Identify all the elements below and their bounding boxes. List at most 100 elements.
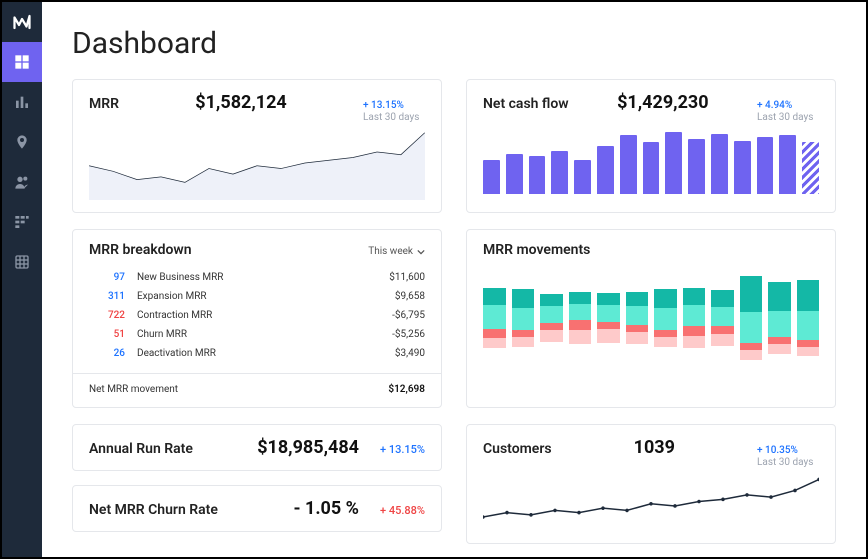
- ncf-bar: [688, 139, 705, 194]
- movements-segment: [626, 306, 649, 325]
- movements-segment: [683, 336, 706, 348]
- movements-segment: [512, 330, 535, 337]
- customers-value: 1039: [634, 437, 675, 458]
- logo-icon[interactable]: [2, 2, 42, 42]
- ncf-bar: [734, 141, 751, 194]
- ncf-bar: [620, 135, 637, 194]
- movements-segment: [512, 308, 535, 330]
- nav-location[interactable]: [2, 122, 42, 162]
- movements-segment: [483, 305, 506, 329]
- churn-title: Net MRR Churn Rate: [89, 502, 218, 518]
- breakdown-count: 722: [89, 310, 125, 321]
- card-mrr[interactable]: MRR $1,582,124 + 13.15% Last 30 days: [72, 79, 442, 213]
- movements-column: [512, 289, 535, 347]
- movements-segment: [740, 350, 763, 360]
- movements-segment: [683, 326, 706, 336]
- movements-column: [654, 289, 677, 347]
- movements-segment: [797, 280, 820, 311]
- movements-segment: [711, 326, 734, 333]
- movements-segment: [597, 322, 620, 329]
- card-churn[interactable]: Net MRR Churn Rate - 1.05 % + 45.88%: [72, 485, 442, 532]
- movements-segment: [711, 307, 734, 326]
- breakdown-value: $3,490: [365, 348, 425, 359]
- breakdown-label: Contraction MRR: [125, 310, 365, 321]
- nav-dashboard[interactable]: [2, 42, 42, 82]
- movements-segment: [740, 312, 763, 343]
- ncf-title: Net cash flow: [483, 96, 569, 112]
- mrr-pct: + 13.15%: [363, 100, 425, 112]
- movements-segment: [683, 305, 706, 327]
- breakdown-row: 26Deactivation MRR$3,490: [89, 344, 425, 363]
- movements-column: [569, 292, 592, 345]
- sidebar: [2, 2, 42, 557]
- nav-customers[interactable]: [2, 162, 42, 202]
- movements-segment: [654, 289, 677, 308]
- breakdown-title: MRR breakdown: [89, 242, 192, 258]
- card-breakdown[interactable]: MRR breakdown This week 97New Business M…: [72, 229, 442, 408]
- arr-pct: + 13.15%: [375, 443, 425, 456]
- ncf-chart: [483, 124, 819, 194]
- ncf-bar: [506, 154, 523, 194]
- mrr-sub: Last 30 days: [363, 112, 425, 124]
- breakdown-count: 26: [89, 348, 125, 359]
- movements-segment: [683, 288, 706, 305]
- mrr-chart: [89, 130, 425, 200]
- breakdown-value: -$6,795: [365, 310, 425, 321]
- nav-cohorts[interactable]: [2, 202, 42, 242]
- movements-segment: [626, 332, 649, 344]
- movements-segment: [569, 292, 592, 304]
- breakdown-value: -$5,256: [365, 329, 425, 340]
- ncf-bar: [665, 132, 682, 194]
- movements-segment: [483, 288, 506, 305]
- card-ncf[interactable]: Net cash flow $1,429,230 + 4.94% Last 30…: [466, 79, 836, 213]
- nav-charts[interactable]: [2, 82, 42, 122]
- movements-segment: [569, 320, 592, 330]
- nav-data[interactable]: [2, 242, 42, 282]
- movements-segment: [626, 325, 649, 332]
- movements-segment: [711, 334, 734, 346]
- movements-segment: [597, 305, 620, 322]
- movements-segment: [512, 289, 535, 308]
- breakdown-label: Deactivation MRR: [125, 348, 365, 359]
- churn-value: - 1.05 %: [234, 498, 359, 519]
- movements-segment: [768, 337, 791, 344]
- movements-segment: [768, 311, 791, 337]
- breakdown-period-select[interactable]: This week: [368, 246, 425, 257]
- movements-segment: [569, 330, 592, 344]
- movements-segment: [654, 337, 677, 347]
- movements-column: [597, 293, 620, 343]
- breakdown-net-value: $12,698: [388, 384, 425, 395]
- arr-title: Annual Run Rate: [89, 441, 193, 457]
- movements-column: [683, 288, 706, 348]
- ncf-bar: [711, 134, 728, 194]
- movements-column: [768, 282, 791, 354]
- ncf-bar: [551, 151, 568, 194]
- ncf-bar: [779, 135, 796, 194]
- movements-segment: [740, 343, 763, 350]
- breakdown-row: 722Contraction MRR-$6,795: [89, 306, 425, 325]
- movements-segment: [540, 330, 563, 342]
- card-movements[interactable]: MRR movements: [466, 229, 836, 408]
- movements-column: [740, 276, 763, 360]
- movements-segment: [797, 340, 820, 347]
- movements-segment: [597, 293, 620, 305]
- breakdown-rows: 97New Business MRR$11,600311Expansion MR…: [89, 268, 425, 363]
- movements-column: [540, 294, 563, 342]
- movements-column: [711, 290, 734, 345]
- ncf-bar: [483, 160, 500, 194]
- movements-segment: [797, 347, 820, 357]
- movements-chart: [483, 258, 819, 368]
- movements-segment: [512, 337, 535, 347]
- breakdown-label: Expansion MRR: [125, 291, 365, 302]
- movements-segment: [626, 292, 649, 306]
- card-arr[interactable]: Annual Run Rate $18,985,484 + 13.15%: [72, 424, 442, 471]
- customers-chart: [483, 475, 819, 531]
- movements-column: [626, 292, 649, 345]
- movements-column: [797, 280, 820, 357]
- ncf-bar: [574, 160, 591, 194]
- card-customers[interactable]: Customers 1039 + 10.35% Last 30 days: [466, 424, 836, 544]
- movements-segment: [483, 338, 506, 348]
- breakdown-period-label: This week: [368, 246, 413, 257]
- breakdown-value: $11,600: [365, 272, 425, 283]
- movements-segment: [597, 329, 620, 343]
